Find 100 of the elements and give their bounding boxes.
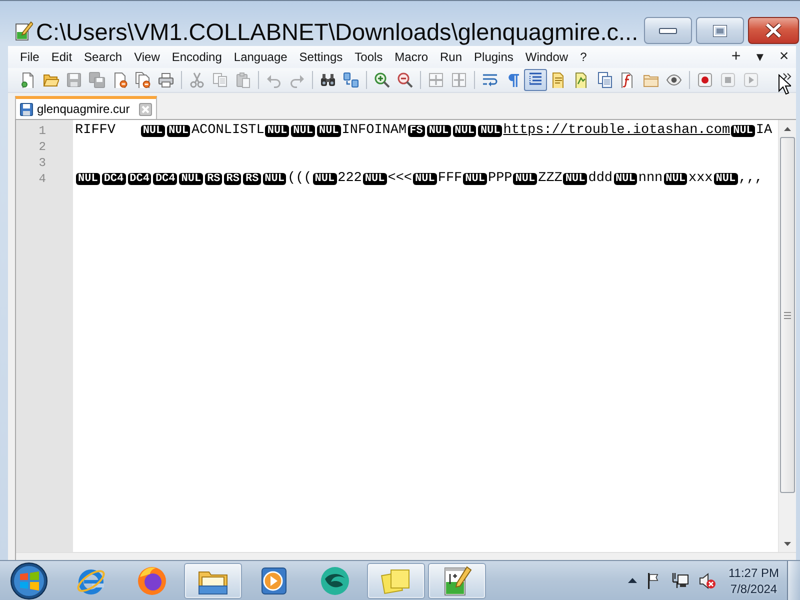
control-character: DC4 xyxy=(128,173,152,185)
code-text: RIFFV xyxy=(75,123,116,139)
note-page-icon[interactable] xyxy=(550,72,566,88)
editor-area[interactable] xyxy=(15,119,796,560)
control-character: NUL xyxy=(478,125,502,137)
menu-item[interactable]: Edit xyxy=(45,47,78,67)
scroll-up-icon[interactable] xyxy=(784,126,791,130)
replace-icon[interactable] xyxy=(342,72,358,88)
binoculars-icon[interactable] xyxy=(320,72,336,88)
code-text: PPP xyxy=(488,171,512,187)
zoom-out-icon[interactable] xyxy=(396,72,412,88)
menu-item[interactable]: Language xyxy=(228,47,294,67)
function-page-icon[interactable] xyxy=(620,72,636,88)
pages-minus-icon[interactable] xyxy=(134,72,150,88)
menu-item[interactable]: Plugins xyxy=(468,47,520,67)
control-character: RS xyxy=(224,173,242,185)
show-desktop-button[interactable] xyxy=(787,561,800,600)
line-number: 1 xyxy=(38,123,47,139)
code-text: 222 xyxy=(338,171,362,187)
menu-item[interactable]: Tools xyxy=(348,47,389,67)
control-character: NUL xyxy=(76,173,100,185)
code-text: INFOINAM xyxy=(342,123,407,139)
sphere-icon[interactable] xyxy=(318,564,350,596)
control-character: DC4 xyxy=(153,173,178,185)
menu-item[interactable]: Run xyxy=(434,47,468,67)
vertical-scrollbar[interactable] xyxy=(778,120,796,552)
indent-guide-icon[interactable] xyxy=(524,69,547,91)
page-minus-icon[interactable] xyxy=(112,72,128,88)
control-character: NUL xyxy=(426,125,451,137)
notepad-icon[interactable] xyxy=(428,562,486,598)
menu-item[interactable]: Macro xyxy=(388,47,434,67)
minimize-icon xyxy=(659,28,677,34)
control-character: NUL xyxy=(731,125,755,137)
menu-item[interactable]: Search xyxy=(78,47,128,67)
control-character: NUL xyxy=(513,173,538,185)
control-character: RS xyxy=(243,173,261,185)
clock-date: 7/8/2024 xyxy=(730,580,778,596)
code-text: nnn xyxy=(638,171,663,187)
add-tab-button[interactable]: + xyxy=(724,47,748,67)
folder-window-icon[interactable] xyxy=(184,562,242,598)
line-number: 2 xyxy=(38,139,47,155)
zoom-in-icon[interactable] xyxy=(374,72,390,88)
control-character: NUL xyxy=(312,173,337,185)
code-text: FFF xyxy=(438,171,462,187)
horizontal-scrollbar[interactable] xyxy=(16,552,796,560)
start-orb-icon[interactable] xyxy=(9,562,49,600)
control-character: NUL xyxy=(413,173,437,185)
new-file-icon[interactable] xyxy=(20,72,36,88)
control-character: FS xyxy=(408,125,425,137)
line-number: 3 xyxy=(38,155,47,171)
printer-icon[interactable] xyxy=(158,72,174,88)
control-character: NUL xyxy=(140,125,165,137)
code-text: ACONLISTL xyxy=(191,123,264,139)
control-character: NUL xyxy=(664,173,688,185)
folder-icon[interactable] xyxy=(42,72,58,88)
tab-list-button[interactable]: ▼ xyxy=(748,47,772,67)
map-page-icon[interactable] xyxy=(574,72,590,88)
file-tab[interactable]: glenquagmire.cur xyxy=(15,96,157,119)
code-text: xxx xyxy=(688,171,713,187)
record-icon[interactable] xyxy=(696,72,712,88)
menu-item[interactable]: Window xyxy=(519,47,574,67)
control-character: RS xyxy=(205,173,222,185)
maximize-icon xyxy=(713,24,727,36)
control-character: NUL xyxy=(714,173,738,185)
show-hidden-icon[interactable] xyxy=(628,578,637,583)
code-text: ,,, xyxy=(738,171,763,187)
fox-browser-icon[interactable] xyxy=(136,564,168,596)
pages-icon[interactable] xyxy=(596,72,612,88)
menu-item[interactable]: Settings xyxy=(293,47,349,67)
menu-item[interactable]: ? xyxy=(574,47,593,67)
control-character: NUL xyxy=(262,173,286,185)
network-icon[interactable] xyxy=(672,572,689,588)
minimize-button[interactable] xyxy=(644,17,692,44)
chevron-icon[interactable] xyxy=(783,73,792,80)
code-text: IA xyxy=(756,123,772,139)
control-character: NUL xyxy=(563,173,588,185)
speaker-icon[interactable] xyxy=(698,572,716,588)
menu-item[interactable]: Encoding xyxy=(166,47,228,67)
scrollbar-thumb[interactable] xyxy=(780,137,795,493)
mouse-pointer-icon xyxy=(778,74,791,95)
code-text: ((( xyxy=(287,171,312,187)
control-character: NUL xyxy=(452,125,476,137)
close-document-button[interactable]: × xyxy=(772,47,796,67)
url-link[interactable]: https://trouble.iotashan.com xyxy=(503,123,730,139)
close-icon xyxy=(765,23,782,38)
code-text: <<< xyxy=(388,171,412,187)
line-number: 4 xyxy=(38,171,47,187)
control-character: NUL xyxy=(291,125,315,137)
eye-icon[interactable] xyxy=(666,72,682,88)
control-character: NUL xyxy=(614,173,638,185)
scroll-down-icon[interactable] xyxy=(784,542,791,546)
control-character: NUL xyxy=(463,173,487,185)
close-button[interactable] xyxy=(748,17,799,44)
window-title: C:\Users\VM1.COLLABNET\Downloads\glenquagmire.c... xyxy=(36,18,640,46)
control-character: NUL xyxy=(316,125,341,137)
close-icon[interactable] xyxy=(138,102,152,116)
code-text: ZZZ xyxy=(538,171,562,187)
menu-item[interactable]: File xyxy=(14,47,46,67)
word-wrap-icon[interactable] xyxy=(482,72,498,88)
menu-item[interactable]: View xyxy=(128,47,166,67)
